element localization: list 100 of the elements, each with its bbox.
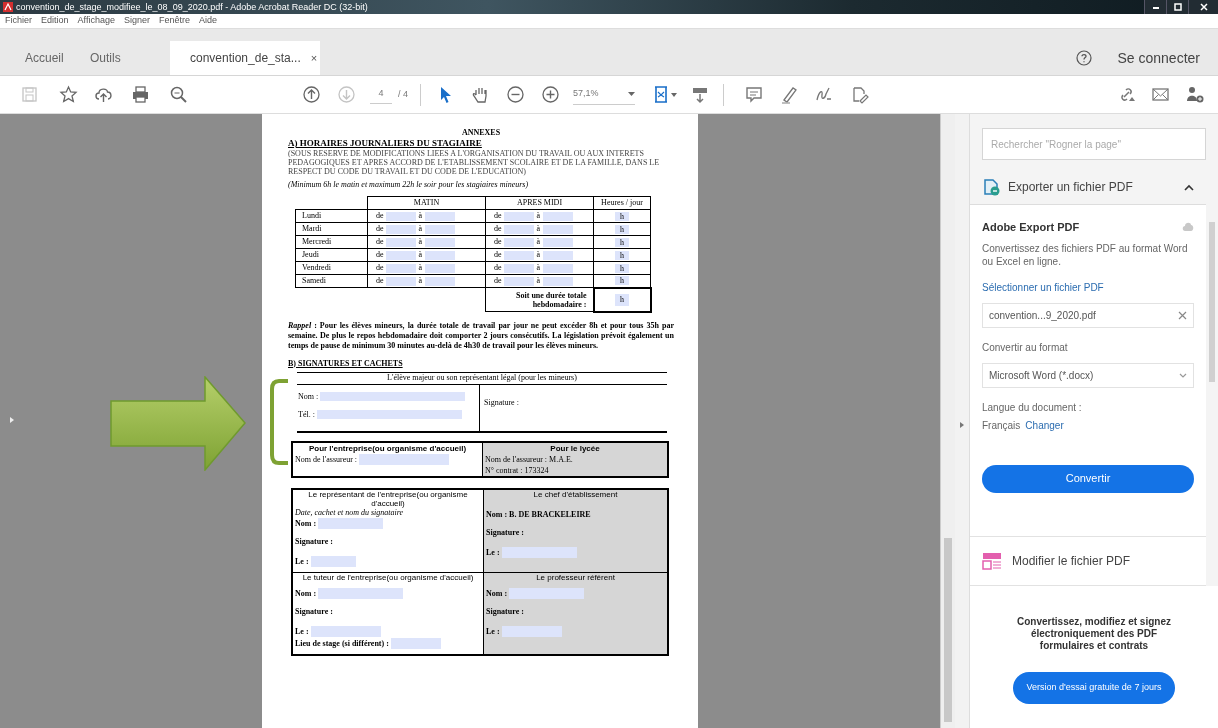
star-button[interactable] bbox=[58, 84, 78, 105]
maximize-icon bbox=[1171, 2, 1184, 12]
caret-right-icon bbox=[960, 422, 964, 428]
file-name: convention...9_2020.pdf bbox=[989, 308, 1096, 323]
field-label: Nom : bbox=[295, 587, 317, 600]
comment-button[interactable] bbox=[744, 84, 764, 105]
format-dropdown[interactable]: Microsoft Word (*.docx) bbox=[982, 362, 1194, 388]
maximize-button[interactable] bbox=[1166, 0, 1188, 14]
menu-item[interactable]: Fichier bbox=[5, 14, 32, 28]
form-field[interactable] bbox=[318, 518, 384, 529]
printer-button[interactable] bbox=[130, 84, 150, 105]
form-field[interactable] bbox=[509, 588, 585, 599]
zoom-icon bbox=[168, 85, 188, 104]
menu-item[interactable]: Affichage bbox=[77, 14, 115, 28]
panel-collapse-button[interactable] bbox=[8, 414, 16, 426]
menu-item[interactable]: Aide bbox=[198, 14, 217, 28]
menu-item[interactable]: Edition bbox=[41, 14, 69, 28]
minimize-button[interactable] bbox=[1144, 0, 1166, 14]
day-label: Jeudi bbox=[302, 250, 319, 259]
form-field[interactable] bbox=[501, 626, 562, 637]
column-header: Heures / jour bbox=[601, 198, 643, 207]
cloud-icon bbox=[1182, 222, 1194, 233]
field-label: Signature : bbox=[295, 605, 333, 618]
field-label: Le : bbox=[295, 625, 309, 638]
printer-icon bbox=[130, 85, 150, 104]
menu-item[interactable]: Signer bbox=[123, 14, 150, 28]
field-label: Nom : B. DE BRACKELEIRE bbox=[486, 508, 591, 521]
caret-icon bbox=[671, 92, 677, 97]
tab[interactable]: convention_de_sta... × bbox=[170, 41, 320, 75]
change-language-link[interactable]: Changer bbox=[1025, 417, 1064, 433]
zoom-out-button[interactable] bbox=[505, 84, 525, 105]
zoom-button[interactable] bbox=[168, 84, 188, 105]
form-field[interactable] bbox=[320, 392, 466, 401]
page-number-field[interactable]: 4 bbox=[370, 85, 392, 104]
tab-close[interactable]: × bbox=[310, 49, 318, 67]
chevron-down-icon bbox=[1179, 372, 1187, 378]
convert-button[interactable]: Convertir bbox=[982, 464, 1194, 493]
sign-in-button[interactable]: Se connecter bbox=[1117, 41, 1200, 75]
zoom-dropdown[interactable]: 57,1% bbox=[573, 84, 635, 105]
field-label: Lieu de stage (si différent) : bbox=[295, 637, 389, 650]
table-header: L'élève majeur ou son représentant légal (pour les mineurs) bbox=[387, 372, 577, 384]
highlight-icon bbox=[779, 85, 799, 104]
fit-page-button[interactable] bbox=[653, 85, 677, 104]
table-header: Pour l'entreprise(ou organisme d'accueil) bbox=[307, 442, 468, 454]
add-user-icon bbox=[1184, 85, 1204, 104]
form-field[interactable] bbox=[316, 410, 462, 419]
add-user-button[interactable] bbox=[1184, 84, 1204, 105]
form-field[interactable] bbox=[359, 454, 450, 465]
search-field[interactable]: Rechercher "Rogner la page" bbox=[982, 128, 1206, 160]
field-label: Convertir au format bbox=[982, 340, 1069, 355]
edit-pdf-icon bbox=[982, 552, 1002, 570]
field-label: Le : bbox=[295, 555, 309, 568]
promo-text: Convertissez, modifiez et signez électroniquement des PDF formulaires et contrats bbox=[1016, 616, 1172, 652]
zoom-in-button[interactable] bbox=[540, 84, 560, 105]
tab[interactable]: Accueil bbox=[0, 41, 72, 75]
form-field[interactable] bbox=[390, 638, 441, 649]
file-field[interactable]: convention...9_2020.pdf bbox=[982, 302, 1194, 328]
cloud-upload-icon bbox=[93, 85, 113, 104]
close-button[interactable] bbox=[1188, 0, 1218, 14]
zoom-out-icon bbox=[505, 85, 525, 104]
comment-icon bbox=[744, 85, 764, 104]
caret-icon bbox=[628, 92, 635, 96]
caret-right-icon bbox=[10, 417, 14, 423]
form-field[interactable] bbox=[318, 588, 404, 599]
pdf-app-icon bbox=[3, 2, 13, 12]
form-field[interactable] bbox=[310, 556, 356, 567]
field-label: Signature : bbox=[486, 526, 524, 539]
format-value: Microsoft Word (*.docx) bbox=[989, 368, 1094, 383]
scroll-mode-button[interactable] bbox=[691, 85, 709, 104]
table-header: Pour le lycée bbox=[549, 442, 601, 454]
field-label: Nom de l'assureur : M.A.E. bbox=[485, 453, 574, 465]
edit-pdf-item[interactable]: Modifier le fichier PDF bbox=[970, 536, 1206, 586]
up-arrow-button[interactable] bbox=[301, 84, 321, 105]
help-icon bbox=[1075, 50, 1092, 66]
free-trial-button[interactable]: Version d'essai gratuite de 7 jours bbox=[1012, 672, 1176, 704]
scrollbar[interactable] bbox=[940, 114, 955, 728]
save-icon bbox=[19, 85, 39, 104]
total-label: Soit une durée totale hebdomadaire : bbox=[515, 290, 587, 309]
field-label: N° contrat : 173324 bbox=[485, 464, 550, 476]
total-hours-field[interactable]: h bbox=[615, 293, 629, 306]
field-label: Nom : bbox=[298, 390, 319, 403]
table-header: Le représentant de l'entreprise(ou organisme d'accueil) bbox=[307, 489, 469, 508]
close-icon bbox=[1178, 310, 1187, 320]
star-icon bbox=[58, 85, 78, 104]
form-field[interactable] bbox=[310, 626, 381, 637]
export-pdf-icon bbox=[982, 178, 1000, 196]
hours-note: (Minimum 6h le matin et maximum 22h le soir pour les stagiaires mineurs) bbox=[288, 180, 530, 190]
select-file-link[interactable]: Sélectionner un fichier PDF bbox=[982, 279, 1194, 295]
panel-toggle-button[interactable] bbox=[958, 420, 966, 430]
zoom-in-icon bbox=[540, 85, 560, 104]
field-label: Le : bbox=[486, 546, 500, 559]
field-label: Tél. : bbox=[298, 408, 315, 421]
table-header: Le chef d'établissement bbox=[532, 489, 619, 499]
column-header: APRES MIDI bbox=[516, 198, 563, 207]
day-label: Lundi bbox=[302, 211, 322, 220]
close-icon bbox=[1197, 2, 1210, 12]
tab[interactable]: Outils bbox=[72, 41, 152, 75]
menu-item[interactable]: Fenêtre bbox=[158, 14, 190, 28]
form-field[interactable] bbox=[501, 547, 577, 558]
section-heading: A) HORAIRES JOURNALIERS DU STAGIAIRE bbox=[288, 138, 483, 149]
